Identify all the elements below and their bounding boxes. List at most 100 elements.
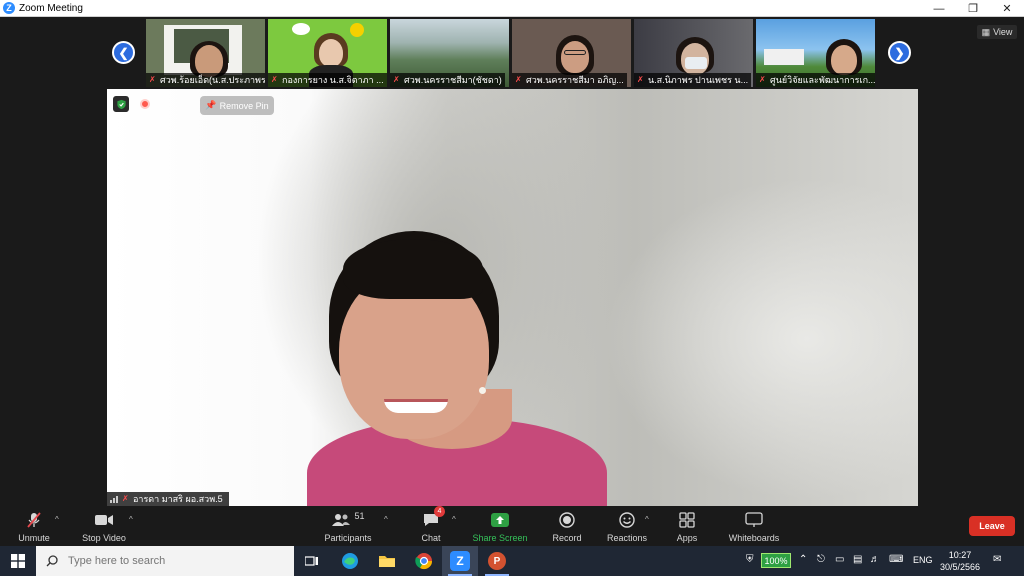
muted-mic-icon: ✗: [149, 75, 156, 84]
participant-tile-1[interactable]: ✗ ศวพ.ร้อยเอ็ด(น.ส.ประภาพร): [146, 19, 265, 87]
share-screen-icon: [491, 509, 509, 531]
powerpoint-app[interactable]: P: [479, 546, 515, 576]
remove-pin-label: Remove Pin: [219, 100, 269, 111]
zoom-window: Z Zoom Meeting — ❐ ✕ ❮ ✗ ศวพ.ร้อยเอ็ด(น.…: [0, 0, 1024, 576]
zoom-icon: Z: [450, 551, 470, 571]
participant-name: กองการยาง น.ส.จิตาภา ...: [268, 73, 387, 87]
apps-button[interactable]: Apps: [674, 509, 700, 545]
clock-time: 10:27: [948, 550, 972, 560]
zoom-app[interactable]: Z: [442, 546, 478, 576]
participant-tile-4[interactable]: ✗ ศวพ.นครราชสีมา อภิญ...: [512, 19, 631, 87]
battery-indicator[interactable]: 100%: [761, 553, 791, 568]
apps-label: Apps: [676, 533, 698, 543]
gallery-prev-button[interactable]: ❮: [112, 41, 135, 64]
participant-tile-5[interactable]: ✗ น.ส.นิภาพร ปานเพชร น...: [634, 19, 753, 87]
windows-logo-icon: [11, 554, 25, 568]
participant-name: ศวพ.นครราชสีมา(ชัชดา): [390, 73, 505, 87]
folder-icon: [379, 556, 395, 567]
clock[interactable]: 10:27 30/5/2566: [934, 549, 986, 573]
participants-count: 51: [354, 511, 365, 521]
participants-button[interactable]: 51 Participants: [323, 509, 373, 545]
chat-badge: 4: [434, 506, 445, 517]
volume-icon[interactable]: ♬: [870, 554, 880, 566]
view-button[interactable]: ▦ View: [977, 25, 1017, 39]
zoom-logo-icon: Z: [3, 2, 15, 14]
title-bar: Z Zoom Meeting — ❐ ✕: [0, 0, 1024, 17]
active-speaker-video[interactable]: 📌 Remove Pin ✗ อารดา มาสริ ผอ.สวพ.5: [107, 89, 918, 506]
powerpoint-icon: P: [488, 552, 506, 570]
participants-icon: [332, 514, 351, 526]
speaker-name-label: ✗ อารดา มาสริ ผอ.สวพ.5: [107, 492, 229, 506]
security-shield-icon[interactable]: [113, 96, 129, 112]
muted-mic-icon: ✗: [759, 75, 766, 84]
leave-button[interactable]: Leave: [969, 516, 1015, 536]
video-camera-icon: [94, 509, 114, 531]
recording-indicator-icon: [140, 99, 150, 109]
task-view-icon: [305, 556, 318, 566]
gallery-next-button[interactable]: ❯: [888, 41, 911, 64]
battery-tray-icon[interactable]: ▭: [835, 554, 844, 566]
view-label: View: [993, 27, 1013, 37]
start-button[interactable]: [0, 546, 36, 576]
meeting-toolbar: Unmute ^ Stop Video ^ 51 Participants ^ …: [0, 506, 1024, 546]
video-options-caret-icon[interactable]: ^: [129, 515, 133, 524]
chrome-app[interactable]: [406, 546, 442, 576]
chrome-icon: [415, 553, 433, 570]
smiley-icon: [619, 509, 635, 531]
participant-name: ศวพ.นครราชสีมา อภิญ...: [512, 73, 627, 87]
stop-video-label: Stop Video: [82, 533, 126, 543]
remove-pin-button[interactable]: 📌 Remove Pin: [200, 96, 274, 115]
network-tray-icon[interactable]: ▤: [853, 554, 862, 566]
share-screen-label: Share Screen: [472, 533, 528, 543]
unmute-button[interactable]: Unmute: [16, 509, 52, 545]
whiteboards-button[interactable]: Whiteboards: [726, 509, 782, 545]
share-screen-button[interactable]: Share Screen: [472, 509, 528, 545]
muted-mic-icon: ✗: [393, 75, 400, 84]
muted-mic-icon: ✗: [122, 494, 129, 503]
reactions-button[interactable]: Reactions: [606, 509, 648, 545]
participant-name: ศวพ.ร้อยเอ็ด(น.ส.ประภาพร): [146, 73, 265, 87]
whiteboard-icon: [745, 509, 763, 531]
task-view-button[interactable]: [294, 546, 330, 576]
participant-tile-3[interactable]: ✗ ศวพ.นครราชสีมา(ชัชดา): [390, 19, 509, 87]
record-button[interactable]: Record: [550, 509, 584, 545]
window-title: Zoom Meeting: [19, 2, 83, 14]
shield-tray-icon[interactable]: ⛨: [746, 554, 754, 566]
minimize-button[interactable]: —: [922, 0, 956, 17]
language-indicator[interactable]: ENG: [913, 555, 933, 565]
grid-icon: ▦: [981, 26, 991, 37]
chat-button[interactable]: 4 Chat: [416, 506, 446, 545]
muted-mic-icon: [25, 509, 43, 531]
file-explorer-app[interactable]: [369, 546, 405, 576]
windows-taskbar: Z P ⛨ 100% ⌃ ⎋ ▭ ▤ ♬ ⌨ ENG 10:27 30/5/25…: [0, 546, 1024, 576]
record-label: Record: [552, 533, 582, 543]
participant-gallery: ❮ ✗ ศวพ.ร้อยเอ็ด(น.ส.ประภาพร) ✗ กองการยา…: [0, 17, 1024, 89]
chat-options-caret-icon[interactable]: ^: [452, 515, 456, 524]
restore-button[interactable]: ❐: [956, 0, 990, 17]
chat-label: Chat: [421, 533, 441, 543]
stop-video-button[interactable]: Stop Video: [80, 509, 128, 545]
reactions-options-caret-icon[interactable]: ^: [645, 515, 649, 524]
audio-options-caret-icon[interactable]: ^: [55, 515, 59, 524]
edge-icon: [342, 553, 358, 569]
muted-mic-icon: ✗: [515, 75, 522, 84]
whiteboards-label: Whiteboards: [728, 533, 780, 543]
apps-icon: [679, 509, 695, 531]
participant-tile-2[interactable]: ✗ กองการยาง น.ส.จิตาภา ...: [268, 19, 387, 87]
participant-tile-6[interactable]: ✗ ศูนย์วิจัยและพัฒนาการเก...: [756, 19, 875, 87]
edge-app[interactable]: [332, 546, 368, 576]
microphone-tray-icon[interactable]: ⎋: [817, 554, 825, 566]
keyboard-icon[interactable]: ⌨: [889, 554, 903, 566]
search-icon: [46, 555, 58, 567]
notification-icon[interactable]: ✉: [993, 554, 1001, 566]
clock-date: 30/5/2566: [939, 562, 981, 572]
participant-name: ศูนย์วิจัยและพัฒนาการเก...: [756, 73, 875, 87]
taskbar-search[interactable]: [36, 546, 294, 576]
close-button[interactable]: ✕: [990, 0, 1024, 17]
search-input[interactable]: [68, 555, 268, 567]
participants-options-caret-icon[interactable]: ^: [384, 515, 388, 524]
chevron-up-icon[interactable]: ⌃: [799, 554, 807, 566]
muted-mic-icon: ✗: [637, 75, 644, 84]
reactions-label: Reactions: [606, 533, 648, 543]
muted-mic-icon: ✗: [271, 75, 278, 84]
